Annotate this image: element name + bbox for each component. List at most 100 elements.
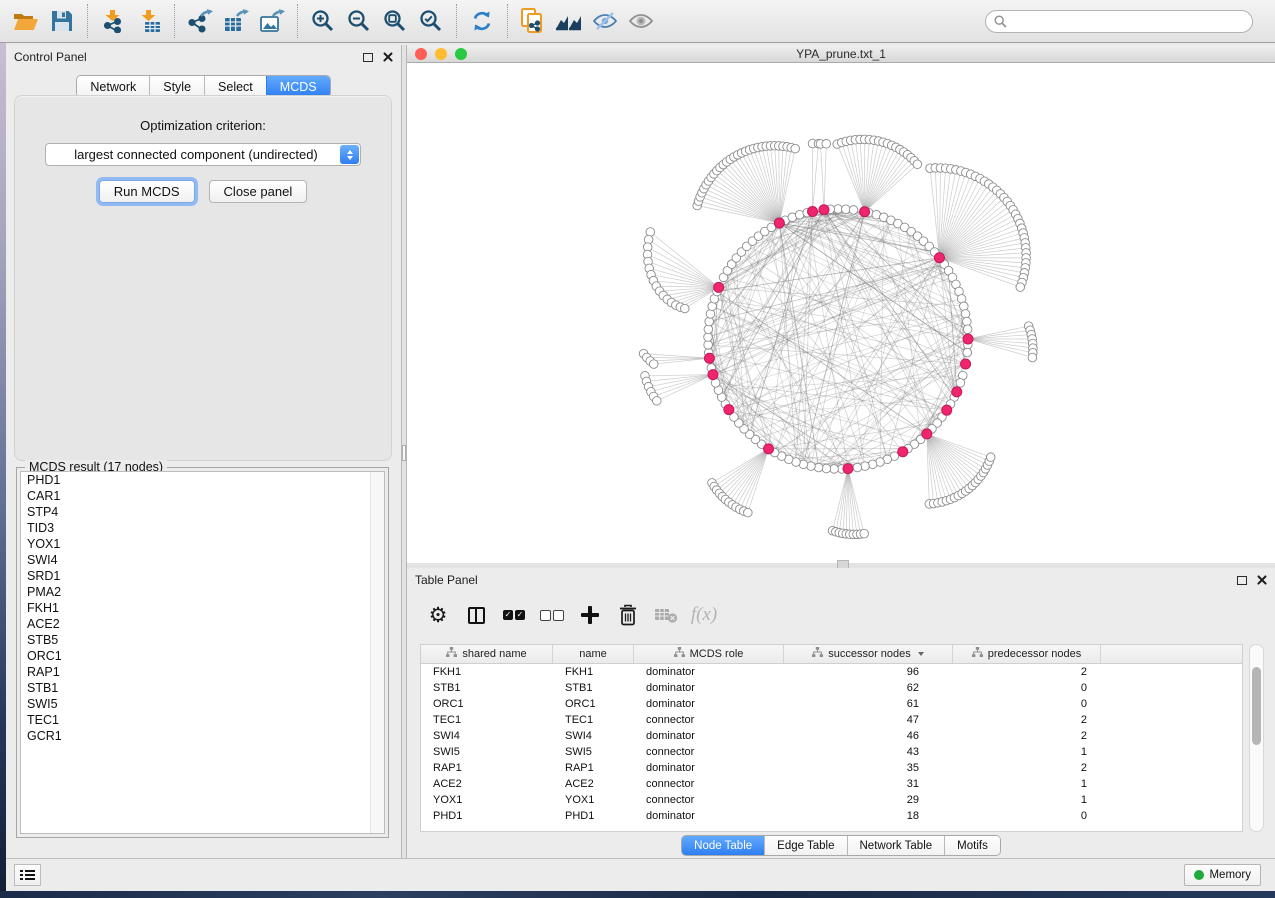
search-input[interactable] <box>1012 15 1244 29</box>
float-panel-icon[interactable] <box>1237 576 1247 585</box>
mcds-hub-node[interactable] <box>843 464 853 474</box>
run-mcds-button[interactable]: Run MCDS <box>99 180 195 203</box>
table-tab-node-table[interactable]: Node Table <box>682 836 764 855</box>
tab-select[interactable]: Select <box>204 76 266 97</box>
mcds-hub-node[interactable] <box>714 282 724 292</box>
float-panel-icon[interactable] <box>363 53 373 62</box>
tab-mcds[interactable]: MCDS <box>266 76 330 97</box>
network-node[interactable] <box>963 348 972 357</box>
zoom-in-icon[interactable] <box>305 5 341 37</box>
delete-table-icon[interactable] <box>651 600 681 630</box>
delete-row-icon[interactable] <box>613 600 643 630</box>
mcds-hub-node[interactable] <box>774 218 784 228</box>
mcds-hub-node[interactable] <box>724 405 734 415</box>
table-row[interactable]: STB1STB1dominator620 <box>421 680 1242 696</box>
table-tab-network-table[interactable]: Network Table <box>847 836 945 855</box>
column-header-MCDS-role[interactable]: MCDS role <box>634 645 784 663</box>
mcds-result-node[interactable]: STB1 <box>21 680 384 696</box>
mcds-result-node[interactable]: FKH1 <box>21 600 384 616</box>
add-row-icon[interactable] <box>575 600 605 630</box>
mcds-hub-node[interactable] <box>922 429 932 439</box>
mcds-hub-node[interactable] <box>808 207 818 217</box>
mcds-result-node[interactable]: YOX1 <box>21 536 384 552</box>
network-leaf-node[interactable] <box>1016 283 1025 292</box>
network-leaf-node[interactable] <box>652 397 661 406</box>
mcds-hub-node[interactable] <box>764 444 774 454</box>
network-node[interactable] <box>834 205 843 214</box>
table-tab-motifs[interactable]: Motifs <box>944 836 1000 855</box>
network-node[interactable] <box>961 310 970 319</box>
mcds-hub-node[interactable] <box>708 370 718 380</box>
mcds-result-node[interactable]: PHD1 <box>21 472 384 488</box>
table-scrollbar-thumb[interactable] <box>1252 667 1261 745</box>
network-node[interactable] <box>963 325 972 334</box>
column-header-successor-nodes[interactable]: successor nodes <box>784 645 953 663</box>
network-node[interactable] <box>704 333 713 342</box>
clone-network-icon[interactable] <box>515 5 551 37</box>
network-node[interactable] <box>956 379 965 388</box>
save-session-icon[interactable] <box>44 5 80 37</box>
network-node[interactable] <box>853 463 862 472</box>
close-panel-icon[interactable] <box>383 52 393 62</box>
mcds-result-node[interactable]: ORC1 <box>21 648 384 664</box>
table-row[interactable]: FKH1FKH1dominator962 <box>421 664 1242 680</box>
mcds-hub-node[interactable] <box>963 334 973 344</box>
mcds-result-node[interactable]: SRD1 <box>21 568 384 584</box>
mcds-hub-node[interactable] <box>819 205 829 215</box>
network-leaf-node[interactable] <box>1028 353 1037 362</box>
network-node[interactable] <box>841 205 850 214</box>
network-canvas[interactable] <box>407 63 1275 563</box>
mcds-result-node[interactable]: PMA2 <box>21 584 384 600</box>
table-settings-icon[interactable]: ⚙ <box>423 600 453 630</box>
mcds-hub-node[interactable] <box>898 447 908 457</box>
open-file-icon[interactable] <box>8 5 44 37</box>
import-network-icon[interactable] <box>95 5 131 37</box>
mcds-hub-node[interactable] <box>961 359 971 369</box>
show-hidden-icon[interactable] <box>623 5 659 37</box>
first-neighbors-icon[interactable] <box>551 5 587 37</box>
column-header-name[interactable]: name <box>553 645 634 663</box>
mcds-result-node[interactable]: ACE2 <box>21 616 384 632</box>
refresh-icon[interactable] <box>464 5 500 37</box>
import-table-icon[interactable] <box>131 5 167 37</box>
table-row[interactable]: TEC1TEC1connector472 <box>421 712 1242 728</box>
network-leaf-node[interactable] <box>649 360 658 369</box>
mcds-hub-node[interactable] <box>860 207 870 217</box>
tab-network[interactable]: Network <box>77 76 149 97</box>
hide-selected-icon[interactable] <box>587 5 623 37</box>
table-row[interactable]: ORC1ORC1dominator610 <box>421 696 1242 712</box>
vertical-split-handle[interactable] <box>402 445 406 461</box>
network-node[interactable] <box>704 325 713 334</box>
memory-button[interactable]: Memory <box>1184 864 1261 886</box>
zoom-out-icon[interactable] <box>341 5 377 37</box>
network-window-titlebar[interactable]: YPA_prune.txt_1 <box>407 45 1275 63</box>
table-row[interactable]: ACE2ACE2connector311 <box>421 776 1242 792</box>
close-panel-button[interactable]: Close panel <box>209 180 308 203</box>
tab-style[interactable]: Style <box>149 76 204 97</box>
mcds-hub-node[interactable] <box>952 387 962 397</box>
close-panel-icon[interactable] <box>1257 575 1267 585</box>
network-node[interactable] <box>822 464 831 473</box>
mcds-result-node[interactable]: STB5 <box>21 632 384 648</box>
column-header-predecessor-nodes[interactable]: predecessor nodes <box>953 645 1101 663</box>
result-list-scrollbar[interactable] <box>370 472 384 833</box>
function-builder-icon[interactable]: f(x) <box>689 600 719 630</box>
network-leaf-node[interactable] <box>822 140 831 149</box>
network-leaf-node[interactable] <box>913 160 922 169</box>
show-panels-list-button[interactable] <box>14 864 41 886</box>
zoom-fit-icon[interactable] <box>377 5 413 37</box>
network-leaf-node[interactable] <box>986 453 995 462</box>
network-graph[interactable] <box>407 63 1275 563</box>
column-header-shared-name[interactable]: shared name <box>421 645 553 663</box>
network-node[interactable] <box>963 317 972 326</box>
table-row[interactable]: YOX1YOX1connector291 <box>421 792 1242 808</box>
network-node[interactable] <box>705 317 714 326</box>
network-node[interactable] <box>861 462 870 471</box>
table-row[interactable]: SWI4SWI4dominator462 <box>421 728 1242 744</box>
zoom-selected-icon[interactable] <box>413 5 449 37</box>
mcds-hub-node[interactable] <box>704 353 714 363</box>
mcds-result-node[interactable]: SWI4 <box>21 552 384 568</box>
column-browser-icon[interactable] <box>461 600 491 630</box>
mcds-result-node[interactable]: TEC1 <box>21 712 384 728</box>
mcds-result-node[interactable]: STP4 <box>21 504 384 520</box>
